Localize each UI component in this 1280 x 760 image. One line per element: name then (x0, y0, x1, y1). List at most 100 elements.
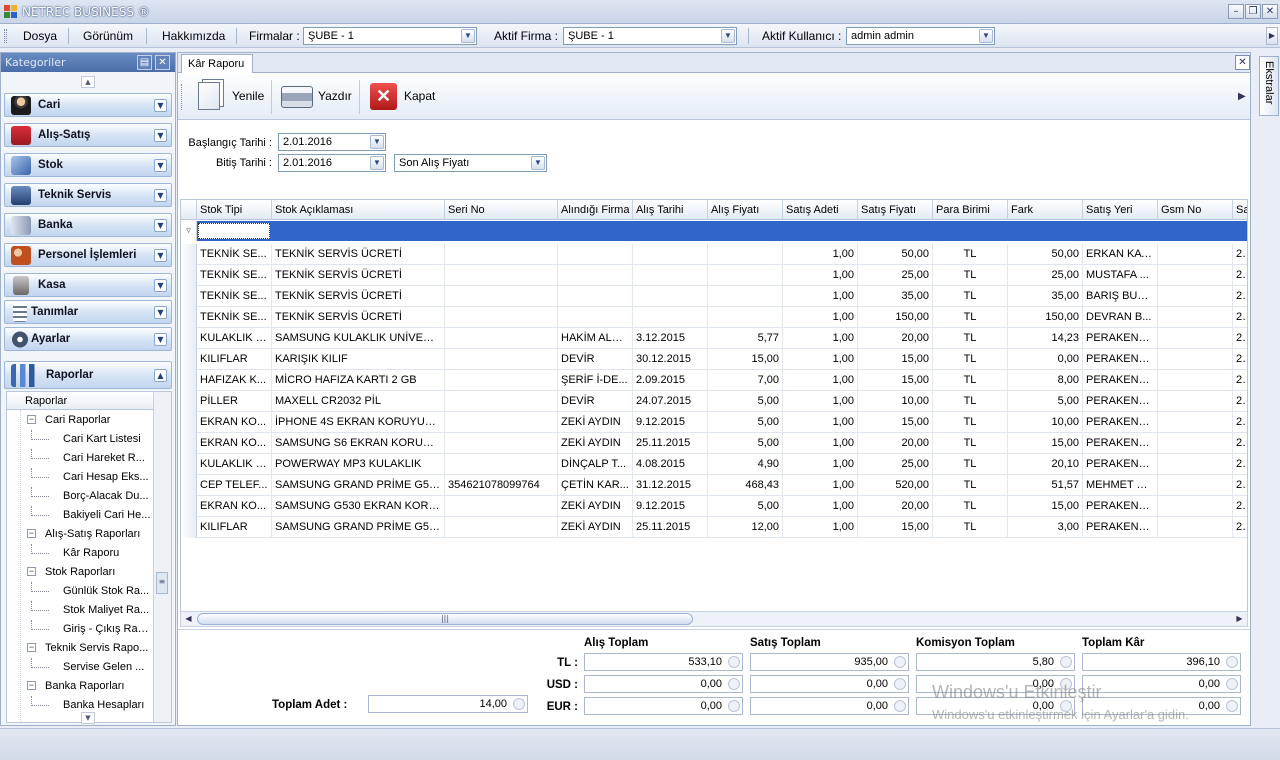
filter-input[interactable] (198, 223, 270, 239)
tree-scrollbar[interactable]: ≡ (153, 392, 171, 722)
table-row[interactable]: TEKNİK SE... TEKNİK SERVİS ÜCRETİ 1,00 150,… (181, 307, 1247, 328)
tree-item[interactable]: Stok Maliyet Ra... (7, 601, 153, 620)
spin-icon[interactable] (513, 698, 525, 710)
pin-icon[interactable]: ▤ (137, 55, 152, 70)
row-indicator[interactable] (181, 370, 197, 391)
sidebar-item-cari[interactable]: Cari ▼ (4, 93, 172, 117)
spin-icon[interactable] (894, 700, 906, 712)
table-row[interactable]: TEKNİK SE... TEKNİK SERVİS ÜCRETİ 1,00 25,0… (181, 265, 1247, 286)
tree-item[interactable]: Bakiyeli Cari He... (7, 506, 153, 525)
restore-button[interactable]: ❐ (1245, 4, 1261, 19)
toolbar-overflow-arrow[interactable]: ▶ (1238, 84, 1248, 110)
tree-item[interactable]: Cari Hesap Eks... (7, 468, 153, 487)
table-row[interactable]: HAFIZAK K... MİCRO HAFIZA KARTI 2 GB ŞERİF… (181, 370, 1247, 391)
table-row[interactable]: CEP TELEF... SAMSUNG GRAND PRİME G531... 3… (181, 475, 1247, 496)
column-header[interactable]: Stok Açıklaması (272, 200, 445, 220)
tree-item[interactable]: Banka Hesapları (7, 696, 153, 715)
spin-icon[interactable] (728, 656, 740, 668)
row-indicator[interactable] (181, 286, 197, 307)
column-header[interactable]: Satış Fiyatı (858, 200, 933, 220)
column-header[interactable]: Stok Tipi (197, 200, 272, 220)
scroll-right-arrow[interactable]: ▶ (1233, 613, 1246, 625)
tree-item[interactable]: − Teknik Servis Rapo... (7, 639, 153, 658)
yazdir-button[interactable]: Yazdır (279, 80, 355, 114)
table-row[interactable]: TEKNİK SE... TEKNİK SERVİS ÜCRETİ 1,00 50,0… (181, 244, 1247, 265)
menu-gorunum[interactable]: Görünüm (83, 29, 133, 43)
row-indicator[interactable] (181, 454, 197, 475)
fiyat-tipi-select[interactable]: Son Alış Fiyatı ▼ (394, 154, 547, 172)
spin-icon[interactable] (1226, 700, 1238, 712)
table-row[interactable]: EKRAN KO... SAMSUNG S6 EKRAN KORUYUC... ZE… (181, 433, 1247, 454)
tab-kar-raporu[interactable]: Kâr Raporu (181, 54, 253, 73)
tree-item[interactable]: Borç-Alacak Du... (7, 487, 153, 506)
spin-icon[interactable] (728, 700, 740, 712)
grip-handle[interactable] (4, 29, 7, 43)
sidebar-item-stok[interactable]: Stok ▼ (4, 153, 172, 177)
column-header[interactable]: Sa (1233, 200, 1247, 220)
tree-item[interactable]: Günlük Stok Ra... (7, 582, 153, 601)
bitis-tarihi-input[interactable]: 2.01.2016 ▼ (278, 154, 386, 172)
column-header[interactable]: Fark (1008, 200, 1083, 220)
sidebar-item-raporlar[interactable]: Raporlar ▲ (4, 361, 172, 389)
column-header[interactable]: Seri No (445, 200, 558, 220)
tree-item[interactable]: − Cari Raporlar (7, 411, 153, 430)
row-indicator[interactable] (181, 496, 197, 517)
row-indicator[interactable] (181, 265, 197, 286)
firmalar-select[interactable]: ŞUBE - 1 ▼ (303, 27, 477, 45)
tree-item[interactable]: Cari Kart Listesi (7, 430, 153, 449)
scrollbar-thumb[interactable]: ||| (197, 613, 693, 625)
close-icon[interactable]: ✕ (155, 55, 170, 70)
tree-item[interactable]: − Alış-Satış Raporları (7, 525, 153, 544)
row-indicator[interactable] (181, 433, 197, 454)
table-row[interactable]: EKRAN KO... SAMSUNG G530 EKRAN KORUY... ZE… (181, 496, 1247, 517)
table-row[interactable]: EKRAN KO... İPHONE 4S EKRAN KORUYUCU ... Z… (181, 412, 1247, 433)
grid-filter-row[interactable]: ▿ (181, 221, 1247, 241)
close-window-button[interactable]: ✕ (1262, 4, 1278, 19)
table-row[interactable]: KILIFLAR KARIŞIK KILIF DEVİR 30.12.2015 15,0… (181, 349, 1247, 370)
sidebar-item-banka[interactable]: Banka ▼ (4, 213, 172, 237)
minimize-button[interactable]: – (1228, 4, 1244, 19)
table-row[interactable]: KULAKLIK K... POWERWAY MP3 KULAKLIK DİNÇAL… (181, 454, 1247, 475)
row-indicator[interactable] (181, 307, 197, 328)
row-indicator[interactable] (181, 391, 197, 412)
collapse-icon[interactable]: − (27, 681, 36, 690)
table-row[interactable]: KILIFLAR SAMSUNG GRAND PRİME G530 ... ZEKİ… (181, 517, 1247, 538)
row-indicator[interactable] (181, 517, 197, 538)
menu-dosya[interactable]: Dosya (23, 29, 57, 43)
row-indicator[interactable] (181, 475, 197, 496)
spin-icon[interactable] (728, 678, 740, 690)
table-row[interactable]: TEKNİK SE... TEKNİK SERVİS ÜCRETİ 1,00 35,0… (181, 286, 1247, 307)
row-indicator[interactable] (181, 328, 197, 349)
tree-item[interactable]: Kâr Raporu (7, 544, 153, 563)
scroll-up-button[interactable]: ▲ (81, 76, 95, 88)
sidebar-item-alis-satis[interactable]: Alış-Satış ▼ (4, 123, 172, 147)
spin-icon[interactable] (1226, 678, 1238, 690)
row-indicator[interactable] (181, 412, 197, 433)
menu-hakkimizda[interactable]: Hakkımızda (162, 29, 225, 43)
tree-item[interactable]: − Banka Raporları (7, 677, 153, 696)
scroll-down-button[interactable]: ▼ (81, 712, 95, 724)
tree-item[interactable]: Servise Gelen ... (7, 658, 153, 677)
column-header[interactable]: Satış Yeri (1083, 200, 1158, 220)
row-indicator[interactable] (181, 244, 197, 265)
spin-icon[interactable] (1060, 656, 1072, 668)
row-indicator[interactable] (181, 349, 197, 370)
column-header[interactable]: Satış Adeti (783, 200, 858, 220)
baslangic-tarihi-input[interactable]: 2.01.2016 ▼ (278, 133, 386, 151)
collapse-icon[interactable]: − (27, 415, 36, 424)
scrollbar-thumb[interactable]: ≡ (156, 572, 168, 594)
tree-item[interactable]: Giriş - Çıkış Rap... (7, 620, 153, 639)
spin-icon[interactable] (894, 656, 906, 668)
yenile-button[interactable]: Yenile (196, 80, 268, 114)
kapat-button[interactable]: ✕ Kapat (369, 80, 439, 114)
spin-icon[interactable] (1226, 656, 1238, 668)
collapse-icon[interactable]: − (27, 567, 36, 576)
scroll-left-arrow[interactable]: ◀ (182, 613, 195, 625)
column-header[interactable]: Para Birimi (933, 200, 1008, 220)
column-header[interactable]: Alındığı Firma (558, 200, 633, 220)
aktif-kullanici-select[interactable]: admin admin ▼ (846, 27, 995, 45)
menu-scroll-right-button[interactable]: ▶ (1266, 27, 1278, 45)
sidebar-item-teknik-servis[interactable]: Teknik Servis ▼ (4, 183, 172, 207)
collapse-icon[interactable]: − (27, 643, 36, 652)
sidebar-item-tanimlar[interactable]: Tanımlar ▼ (4, 300, 172, 324)
